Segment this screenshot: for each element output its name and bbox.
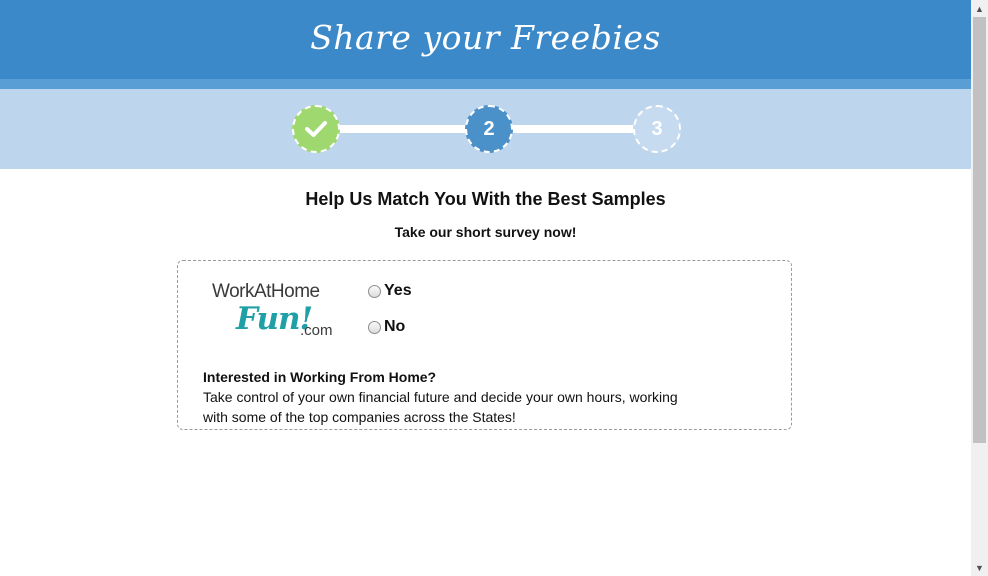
scroll-down-arrow-icon[interactable]: ▼ — [971, 559, 988, 576]
option-no[interactable]: No — [368, 318, 405, 336]
option-yes-label[interactable]: Yes — [384, 282, 412, 300]
workathomefun-logo: WorkAtHome Fun! .com — [212, 281, 337, 341]
step-3-label: 3 — [651, 117, 663, 140]
page-title: Share your Freebies — [310, 18, 661, 57]
logo-text-com: .com — [300, 322, 333, 339]
vertical-scrollbar[interactable]: ▲ ▼ — [971, 0, 988, 576]
step-2-label: 2 — [483, 117, 495, 140]
option-yes[interactable]: Yes — [368, 282, 412, 300]
progress-steps: 2 3 — [0, 89, 971, 169]
page-header: Share your Freebies — [0, 0, 971, 79]
check-icon — [305, 121, 327, 137]
logo-text-top: WorkAtHome — [212, 281, 320, 302]
step-3-upcoming: 3 — [633, 105, 681, 153]
header-divider — [0, 79, 971, 89]
survey-subline: Take our short survey now! — [394, 224, 577, 240]
radio-yes[interactable] — [368, 284, 381, 298]
progress-track-2 — [511, 125, 635, 133]
progress-track-1 — [338, 125, 467, 133]
offer-title: Interested in Working From Home? — [203, 369, 437, 385]
scrollbar-thumb[interactable] — [973, 17, 986, 443]
option-no-label[interactable]: No — [384, 318, 405, 336]
scroll-up-arrow-icon[interactable]: ▲ — [971, 0, 988, 17]
step-1-completed — [292, 105, 340, 153]
radio-no[interactable] — [368, 320, 381, 334]
step-2-current: 2 — [465, 105, 513, 153]
offer-description: Take control of your own financial futur… — [203, 389, 678, 425]
survey-headline: Help Us Match You With the Best Samples — [305, 189, 666, 209]
offer-card: WorkAtHome Fun! .com Yes No Interested i… — [177, 260, 792, 430]
